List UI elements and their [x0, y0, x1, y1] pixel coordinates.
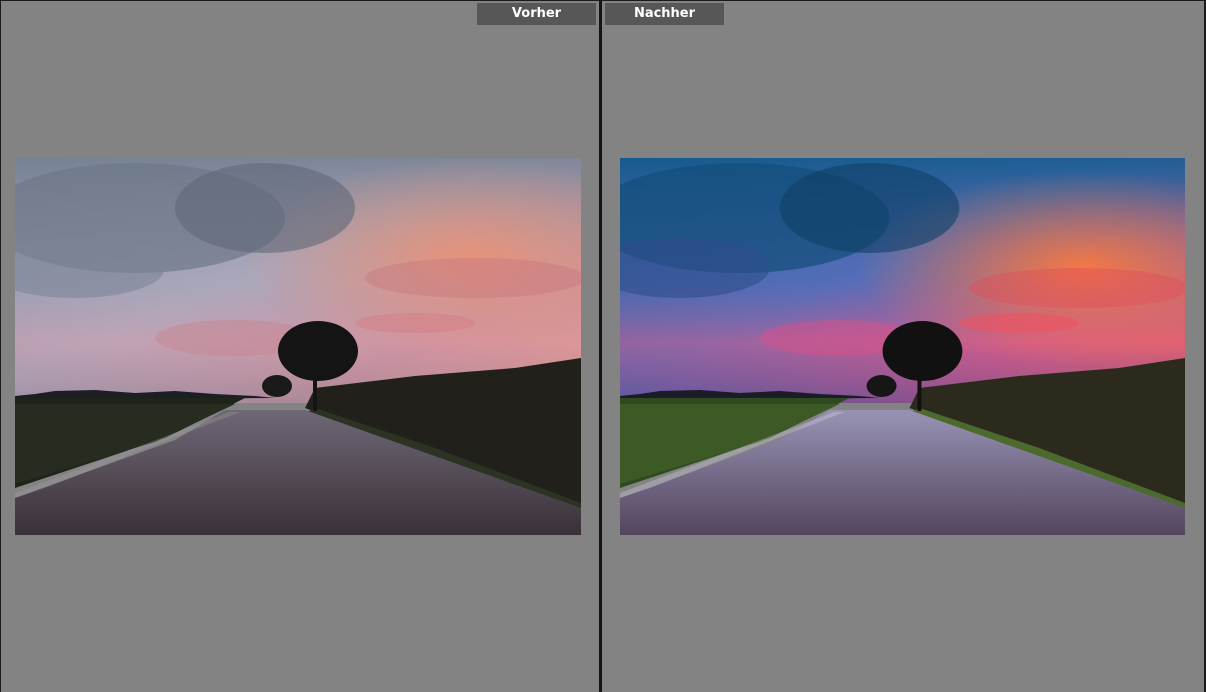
split-divider[interactable]	[599, 0, 602, 692]
after-photo	[620, 158, 1185, 535]
before-label: Vorher	[477, 3, 596, 25]
before-photo	[15, 158, 581, 535]
after-label: Nachher	[605, 3, 724, 25]
